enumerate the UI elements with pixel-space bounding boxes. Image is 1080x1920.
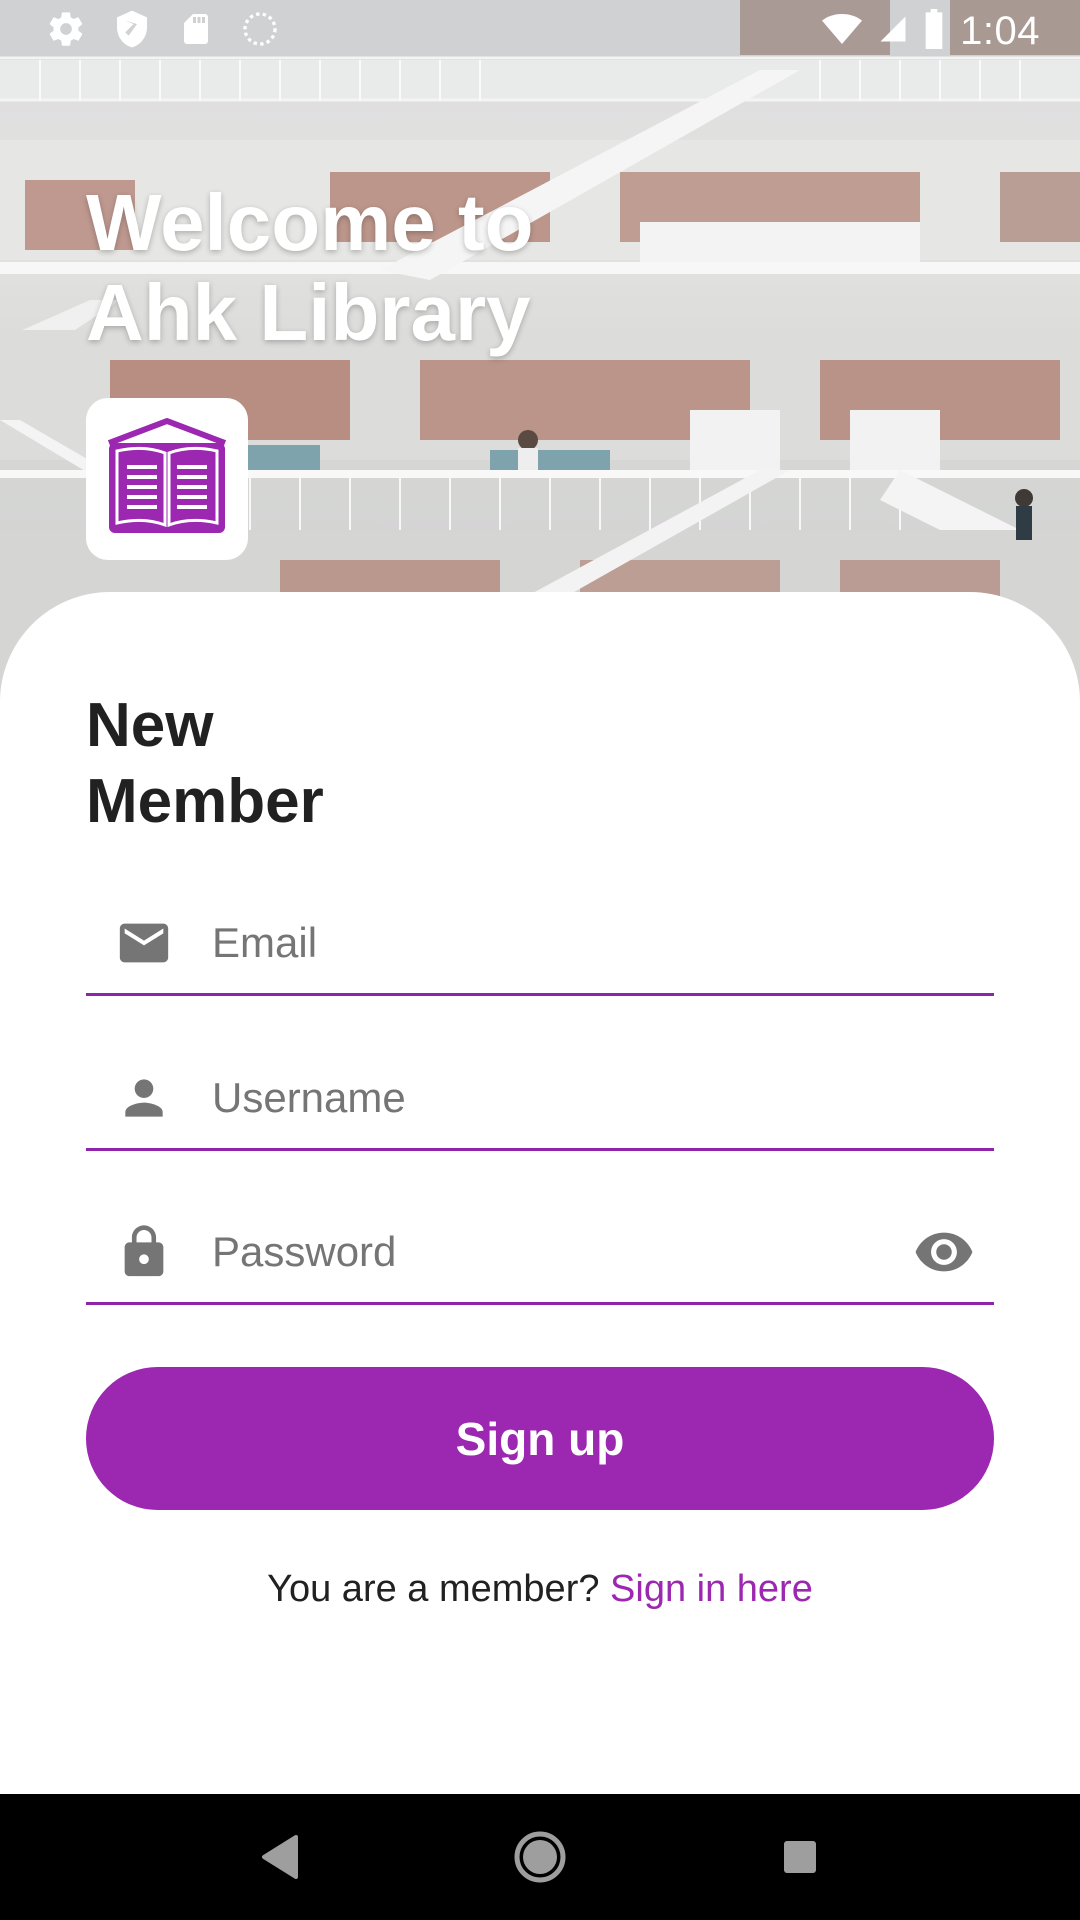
status-bar: 1:04 bbox=[0, 0, 1080, 63]
home-icon[interactable] bbox=[500, 1817, 580, 1897]
gear-icon bbox=[46, 9, 86, 54]
signup-button[interactable]: Sign up bbox=[86, 1367, 994, 1510]
email-field[interactable]: Email bbox=[86, 892, 994, 996]
eye-icon[interactable] bbox=[894, 1221, 994, 1283]
username-placeholder[interactable]: Username bbox=[212, 1074, 994, 1122]
username-field[interactable]: Username bbox=[86, 1047, 994, 1151]
recents-icon[interactable] bbox=[760, 1817, 840, 1897]
person-icon bbox=[86, 1070, 212, 1126]
password-placeholder[interactable]: Password bbox=[212, 1228, 894, 1276]
lock-icon bbox=[86, 1223, 212, 1281]
app-logo bbox=[86, 398, 248, 560]
form-title-line-2: Member bbox=[86, 767, 324, 836]
wifi-icon bbox=[820, 9, 864, 54]
status-time: 1:04 bbox=[960, 9, 1040, 53]
email-icon bbox=[86, 914, 212, 972]
welcome-heading: Welcome to Ahk Library bbox=[86, 178, 686, 358]
back-icon[interactable] bbox=[240, 1817, 320, 1897]
navigation-bar bbox=[0, 1794, 1080, 1920]
battery-icon bbox=[922, 9, 946, 54]
member-prompt-line: You are a member? Sign in here bbox=[0, 1568, 1080, 1611]
cell-signal-icon bbox=[878, 9, 908, 54]
open-book-icon bbox=[103, 417, 231, 542]
shield-icon bbox=[112, 9, 152, 54]
member-prompt-text: You are a member? bbox=[267, 1568, 600, 1610]
signin-link[interactable]: Sign in here bbox=[610, 1568, 813, 1610]
form-title-line-1: New bbox=[86, 691, 214, 760]
sync-circle-icon bbox=[240, 9, 280, 54]
sd-card-icon bbox=[178, 9, 214, 54]
password-field[interactable]: Password bbox=[86, 1201, 994, 1305]
form-title: New Member bbox=[86, 688, 324, 840]
welcome-line-1: Welcome to bbox=[86, 178, 534, 267]
welcome-line-2: Ahk Library bbox=[86, 268, 531, 357]
email-placeholder[interactable]: Email bbox=[212, 919, 994, 967]
